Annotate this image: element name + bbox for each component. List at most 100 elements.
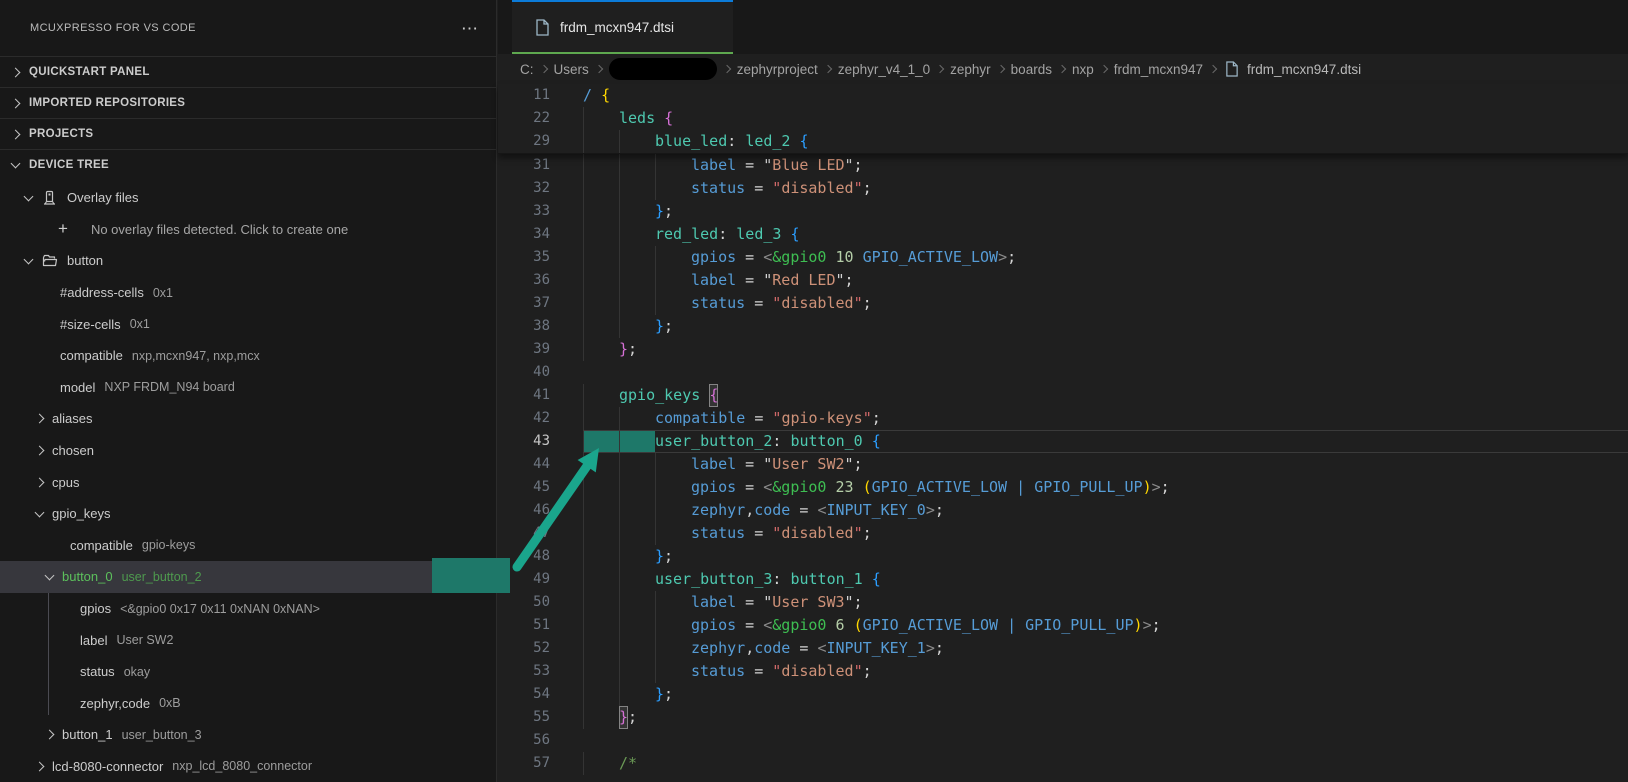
line-number[interactable]: 53 xyxy=(498,660,550,683)
code-text[interactable]: status = "disabled"; xyxy=(583,177,1628,200)
code-line-47[interactable]: 47 status = "disabled"; xyxy=(498,522,1628,545)
line-number[interactable]: 22 xyxy=(498,107,550,130)
code-text[interactable]: zephyr,code = <INPUT_KEY_0>; xyxy=(583,499,1628,522)
line-number[interactable]: 38 xyxy=(498,315,550,338)
code-text[interactable]: / { xyxy=(583,84,1628,107)
code-text[interactable]: label = "User SW2"; xyxy=(583,453,1628,476)
tree-row-gpio-keys[interactable]: gpio_keys xyxy=(0,498,496,530)
line-number[interactable]: 34 xyxy=(498,223,550,246)
more-actions-icon[interactable]: ⋯ xyxy=(461,20,478,37)
code-text[interactable]: red_led: led_3 { xyxy=(583,223,1628,246)
code-line-46[interactable]: 46 zephyr,code = <INPUT_KEY_0>; xyxy=(498,499,1628,522)
line-number[interactable]: 40 xyxy=(498,361,550,384)
code-line-40[interactable]: 40 xyxy=(498,361,1628,384)
tree-row-compatible[interactable]: compatiblegpio-keys xyxy=(0,530,496,562)
breadcrumb-segment-nxp[interactable]: nxp xyxy=(1072,62,1094,77)
code-line-53[interactable]: 53status = "disabled"; xyxy=(498,660,1628,683)
code-line-55[interactable]: 55}; xyxy=(498,706,1628,729)
line-number[interactable]: 39 xyxy=(498,338,550,361)
tab-frdm-mcxn947-dtsi[interactable]: frdm_mcxn947.dtsi xyxy=(512,0,733,54)
tree-row-button-1[interactable]: button_1user_button_3 xyxy=(0,719,496,751)
code-line-42[interactable]: 42compatible = "gpio-keys"; xyxy=(498,407,1628,430)
code-line-56[interactable]: 56 xyxy=(498,729,1628,752)
line-number[interactable]: 54 xyxy=(498,683,550,706)
code-text[interactable]: }; xyxy=(583,683,1628,706)
code-line-36[interactable]: 36 label = "Red LED"; xyxy=(498,269,1628,292)
code-text[interactable]: label = "Red LED"; xyxy=(583,269,1628,292)
code-text[interactable]: user_button_3: button_1 { xyxy=(583,568,1628,591)
tree-row-no-overlay-files-detected-click-to-create-one[interactable]: +No overlay files detected. Click to cre… xyxy=(0,214,496,246)
code-line-32[interactable]: 32 status = "disabled"; xyxy=(498,177,1628,200)
line-number[interactable]: 43 xyxy=(498,430,550,453)
code-text[interactable]: }; xyxy=(583,706,1628,729)
line-number[interactable]: 45 xyxy=(498,476,550,499)
code-text[interactable]: status = "disabled"; xyxy=(583,522,1628,545)
chevron-right-icon[interactable] xyxy=(35,414,45,424)
code-text[interactable]: /* xyxy=(583,752,1628,775)
chevron-right-icon[interactable] xyxy=(35,446,45,456)
tree-row-zephyr-code[interactable]: zephyr,code0xB xyxy=(0,688,496,720)
code-text[interactable]: }; xyxy=(583,315,1628,338)
tree-row-compatible[interactable]: compatiblenxp,mcxn947, nxp,mcx xyxy=(0,340,496,372)
code-text[interactable]: gpios = <&gpio0 23 (GPIO_ACTIVE_LOW | GP… xyxy=(583,476,1628,499)
line-number[interactable]: 49 xyxy=(498,568,550,591)
code-text[interactable]: user_button_2: button_0 { xyxy=(583,430,1628,453)
line-number[interactable]: 46 xyxy=(498,499,550,522)
tree-row-overlay-files[interactable]: Overlay files xyxy=(0,182,496,214)
code-line-43[interactable]: 43 user_button_2: button_0 { xyxy=(498,430,1628,453)
tree-row-size-cells[interactable]: #size-cells0x1 xyxy=(0,308,496,340)
breadcrumb-segment-frdm-mcxn947[interactable]: frdm_mcxn947 xyxy=(1114,62,1203,77)
chevron-down-icon[interactable] xyxy=(24,191,34,201)
tree-row-status[interactable]: statusokay xyxy=(0,656,496,688)
code-text[interactable]: zephyr,code = <INPUT_KEY_1>; xyxy=(583,637,1628,660)
code-text[interactable]: }; xyxy=(583,545,1628,568)
code-line-11[interactable]: 11/ { xyxy=(498,84,1628,107)
line-number[interactable]: 56 xyxy=(498,729,550,752)
code-line-51[interactable]: 51gpios = <&gpio0 6 (GPIO_ACTIVE_LOW | G… xyxy=(498,614,1628,637)
section-projects[interactable]: PROJECTS xyxy=(0,118,496,149)
line-number[interactable]: 33 xyxy=(498,200,550,223)
tree-row-gpios[interactable]: gpios<&gpio0 0x17 0x11 0xNAN 0xNAN> xyxy=(0,593,496,625)
code-line-41[interactable]: 41 gpio_keys { xyxy=(498,384,1628,407)
code-text[interactable] xyxy=(583,361,1628,384)
code-text[interactable]: }; xyxy=(583,200,1628,223)
code-line-54[interactable]: 54}; xyxy=(498,683,1628,706)
line-number[interactable]: 57 xyxy=(498,752,550,775)
breadcrumb-file[interactable]: frdm_mcxn947.dtsi xyxy=(1223,61,1361,78)
code-text[interactable] xyxy=(583,729,1628,752)
code-line-34[interactable]: 34 red_led: led_3 { xyxy=(498,223,1628,246)
tree-row-cpus[interactable]: cpus xyxy=(0,466,496,498)
code-line-37[interactable]: 37 status = "disabled"; xyxy=(498,292,1628,315)
chevron-right-icon[interactable] xyxy=(35,477,45,487)
code-text[interactable]: blue_led: led_2 { xyxy=(583,130,1628,153)
code-line-35[interactable]: 35gpios = <&gpio0 10 GPIO_ACTIVE_LOW>; xyxy=(498,246,1628,269)
code-text[interactable]: label = "User SW3"; xyxy=(583,591,1628,614)
breadcrumb-segment-zephyr[interactable]: zephyr xyxy=(950,62,991,77)
tree-row-aliases[interactable]: aliases xyxy=(0,403,496,435)
code-text[interactable]: label = "Blue LED"; xyxy=(583,154,1628,177)
tree-row-model[interactable]: modelNXP FRDM_N94 board xyxy=(0,372,496,404)
code-line-50[interactable]: 50 label = "User SW3"; xyxy=(498,591,1628,614)
code-text[interactable]: gpio_keys { xyxy=(583,384,1628,407)
tree-row-chosen[interactable]: chosen xyxy=(0,435,496,467)
code-line-33[interactable]: 33}; xyxy=(498,200,1628,223)
section-imported-repositories[interactable]: IMPORTED REPOSITORIES xyxy=(0,87,496,118)
chevron-down-icon[interactable] xyxy=(35,507,45,517)
line-number[interactable]: 32 xyxy=(498,177,550,200)
line-number[interactable]: 55 xyxy=(498,706,550,729)
line-number[interactable]: 50 xyxy=(498,591,550,614)
code-text[interactable]: }; xyxy=(583,338,1628,361)
tree-row-button[interactable]: button xyxy=(0,245,496,277)
code-text[interactable]: status = "disabled"; xyxy=(583,292,1628,315)
line-number[interactable]: 47 xyxy=(498,522,550,545)
line-number[interactable]: 36 xyxy=(498,269,550,292)
section-device-tree[interactable]: DEVICE TREE xyxy=(0,149,496,180)
line-number[interactable]: 41 xyxy=(498,384,550,407)
breadcrumb-segment-boards[interactable]: boards xyxy=(1011,62,1052,77)
line-number[interactable]: 37 xyxy=(498,292,550,315)
code-line-44[interactable]: 44label = "User SW2"; xyxy=(498,453,1628,476)
tree-row-button-0[interactable]: button_0user_button_2 xyxy=(0,561,496,593)
line-number[interactable]: 48 xyxy=(498,545,550,568)
code-line-29[interactable]: 29blue_led: led_2 { xyxy=(498,130,1628,153)
code-line-48[interactable]: 48}; xyxy=(498,545,1628,568)
